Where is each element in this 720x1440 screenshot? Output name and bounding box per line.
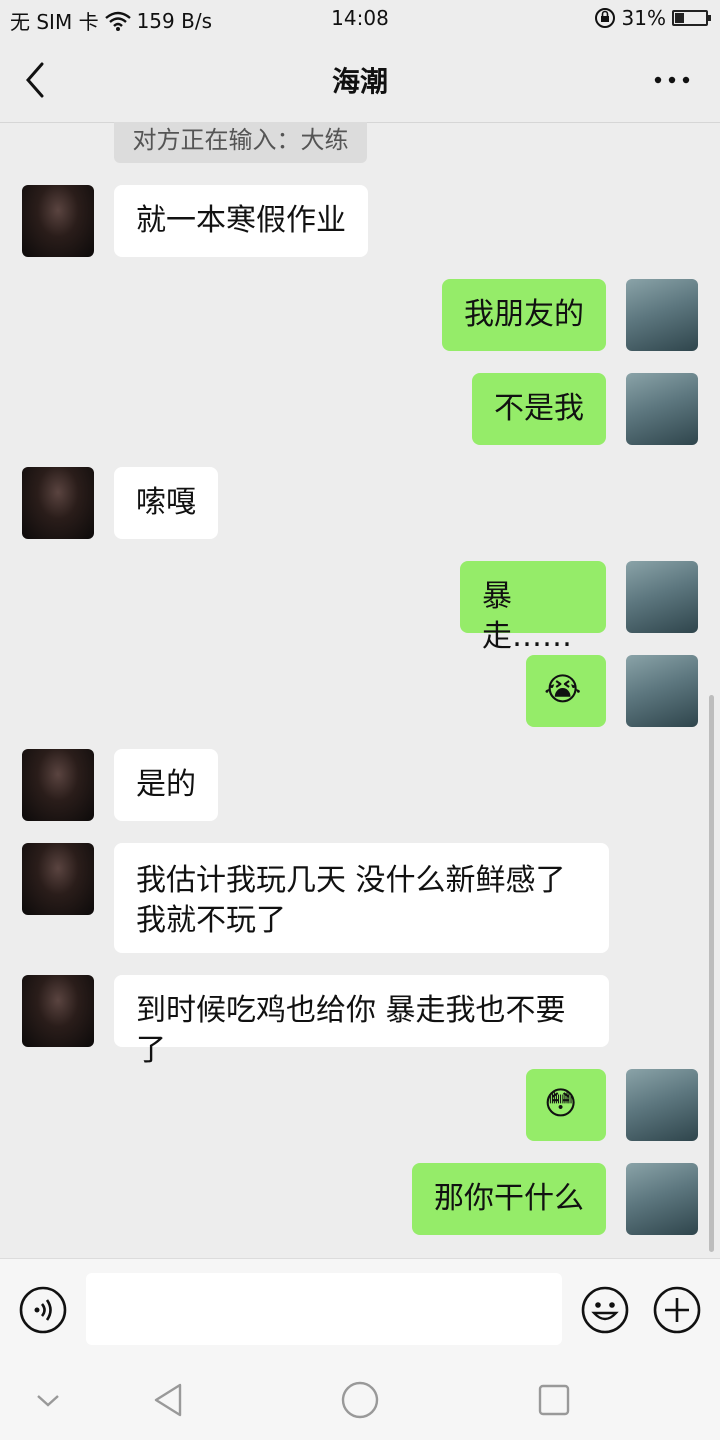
message-row: 不是我 — [0, 373, 720, 445]
chat-header: 海潮 — [0, 38, 720, 123]
avatar[interactable] — [626, 655, 698, 727]
message-bubble[interactable]: 😭 — [526, 655, 606, 727]
battery-percent: 31% — [621, 6, 666, 30]
message-row: 是的 — [0, 749, 720, 821]
message-row: 😭 — [0, 655, 720, 727]
input-bar — [0, 1258, 720, 1361]
avatar[interactable] — [22, 185, 94, 257]
avatar[interactable] — [22, 749, 94, 821]
lock-rotation-icon — [594, 7, 616, 29]
avatar[interactable] — [22, 843, 94, 915]
message-bubble[interactable]: 到时候吃鸡也给你 暴走我也不要了 — [114, 975, 609, 1068]
avatar[interactable] — [626, 373, 698, 445]
avatar[interactable] — [626, 561, 698, 633]
more-icon[interactable] — [650, 66, 694, 94]
battery-icon — [672, 10, 711, 26]
avatar[interactable] — [626, 279, 698, 351]
message-bubble[interactable]: 我朋友的 — [442, 279, 606, 351]
avatar[interactable] — [22, 467, 94, 539]
nav-home-icon[interactable] — [340, 1380, 380, 1420]
message-bubble[interactable]: 那你干什么 — [412, 1163, 606, 1235]
status-bar: 无 SIM 卡 159 B/s 14:08 31% — [0, 0, 720, 38]
message-bubble[interactable]: 不是我 — [472, 373, 606, 445]
message-bubble[interactable]: 我估计我玩几天 没什么新鲜感了我就不玩了 — [114, 843, 609, 953]
clock: 14:08 — [331, 6, 389, 30]
message-row: 我估计我玩几天 没什么新鲜感了我就不玩了 — [0, 843, 720, 953]
message-row: 到时候吃鸡也给你 暴走我也不要了 — [0, 975, 720, 1068]
voice-icon[interactable] — [18, 1285, 68, 1335]
typing-indicator: 对方正在输入：大练 — [114, 122, 367, 163]
scrollbar[interactable] — [709, 695, 714, 1252]
message-row: 我朋友的 — [0, 279, 720, 351]
nav-down-icon[interactable] — [28, 1380, 68, 1420]
message-bubble[interactable]: 就一本寒假作业 — [114, 185, 368, 257]
message-bubble[interactable]: 暴走…… — [460, 561, 606, 654]
message-row: 嗦嘎 — [0, 467, 720, 539]
nav-back-icon[interactable] — [150, 1380, 190, 1420]
message-list[interactable]: 对方正在输入：大练 就一本寒假作业 我朋友的 不是我 嗦嘎 暴走…… 😭 是的 … — [0, 122, 720, 1258]
avatar[interactable] — [626, 1069, 698, 1141]
message-bubble[interactable]: 嗦嘎 — [114, 467, 218, 539]
emoji-icon[interactable] — [580, 1285, 630, 1335]
message-row: 😳 — [0, 1069, 720, 1141]
page-title: 海潮 — [331, 65, 388, 98]
message-input[interactable] — [86, 1273, 562, 1345]
system-navigation — [0, 1360, 720, 1440]
message-bubble[interactable]: 😳 — [526, 1069, 606, 1141]
message-row: 那你干什么 — [0, 1163, 720, 1235]
plus-icon[interactable] — [652, 1285, 702, 1335]
message-row: 暴走…… — [0, 561, 720, 654]
avatar[interactable] — [22, 975, 94, 1047]
message-bubble[interactable]: 是的 — [114, 749, 218, 821]
message-row: 就一本寒假作业 — [0, 185, 720, 257]
avatar[interactable] — [626, 1163, 698, 1235]
nav-recent-icon[interactable] — [534, 1380, 574, 1420]
